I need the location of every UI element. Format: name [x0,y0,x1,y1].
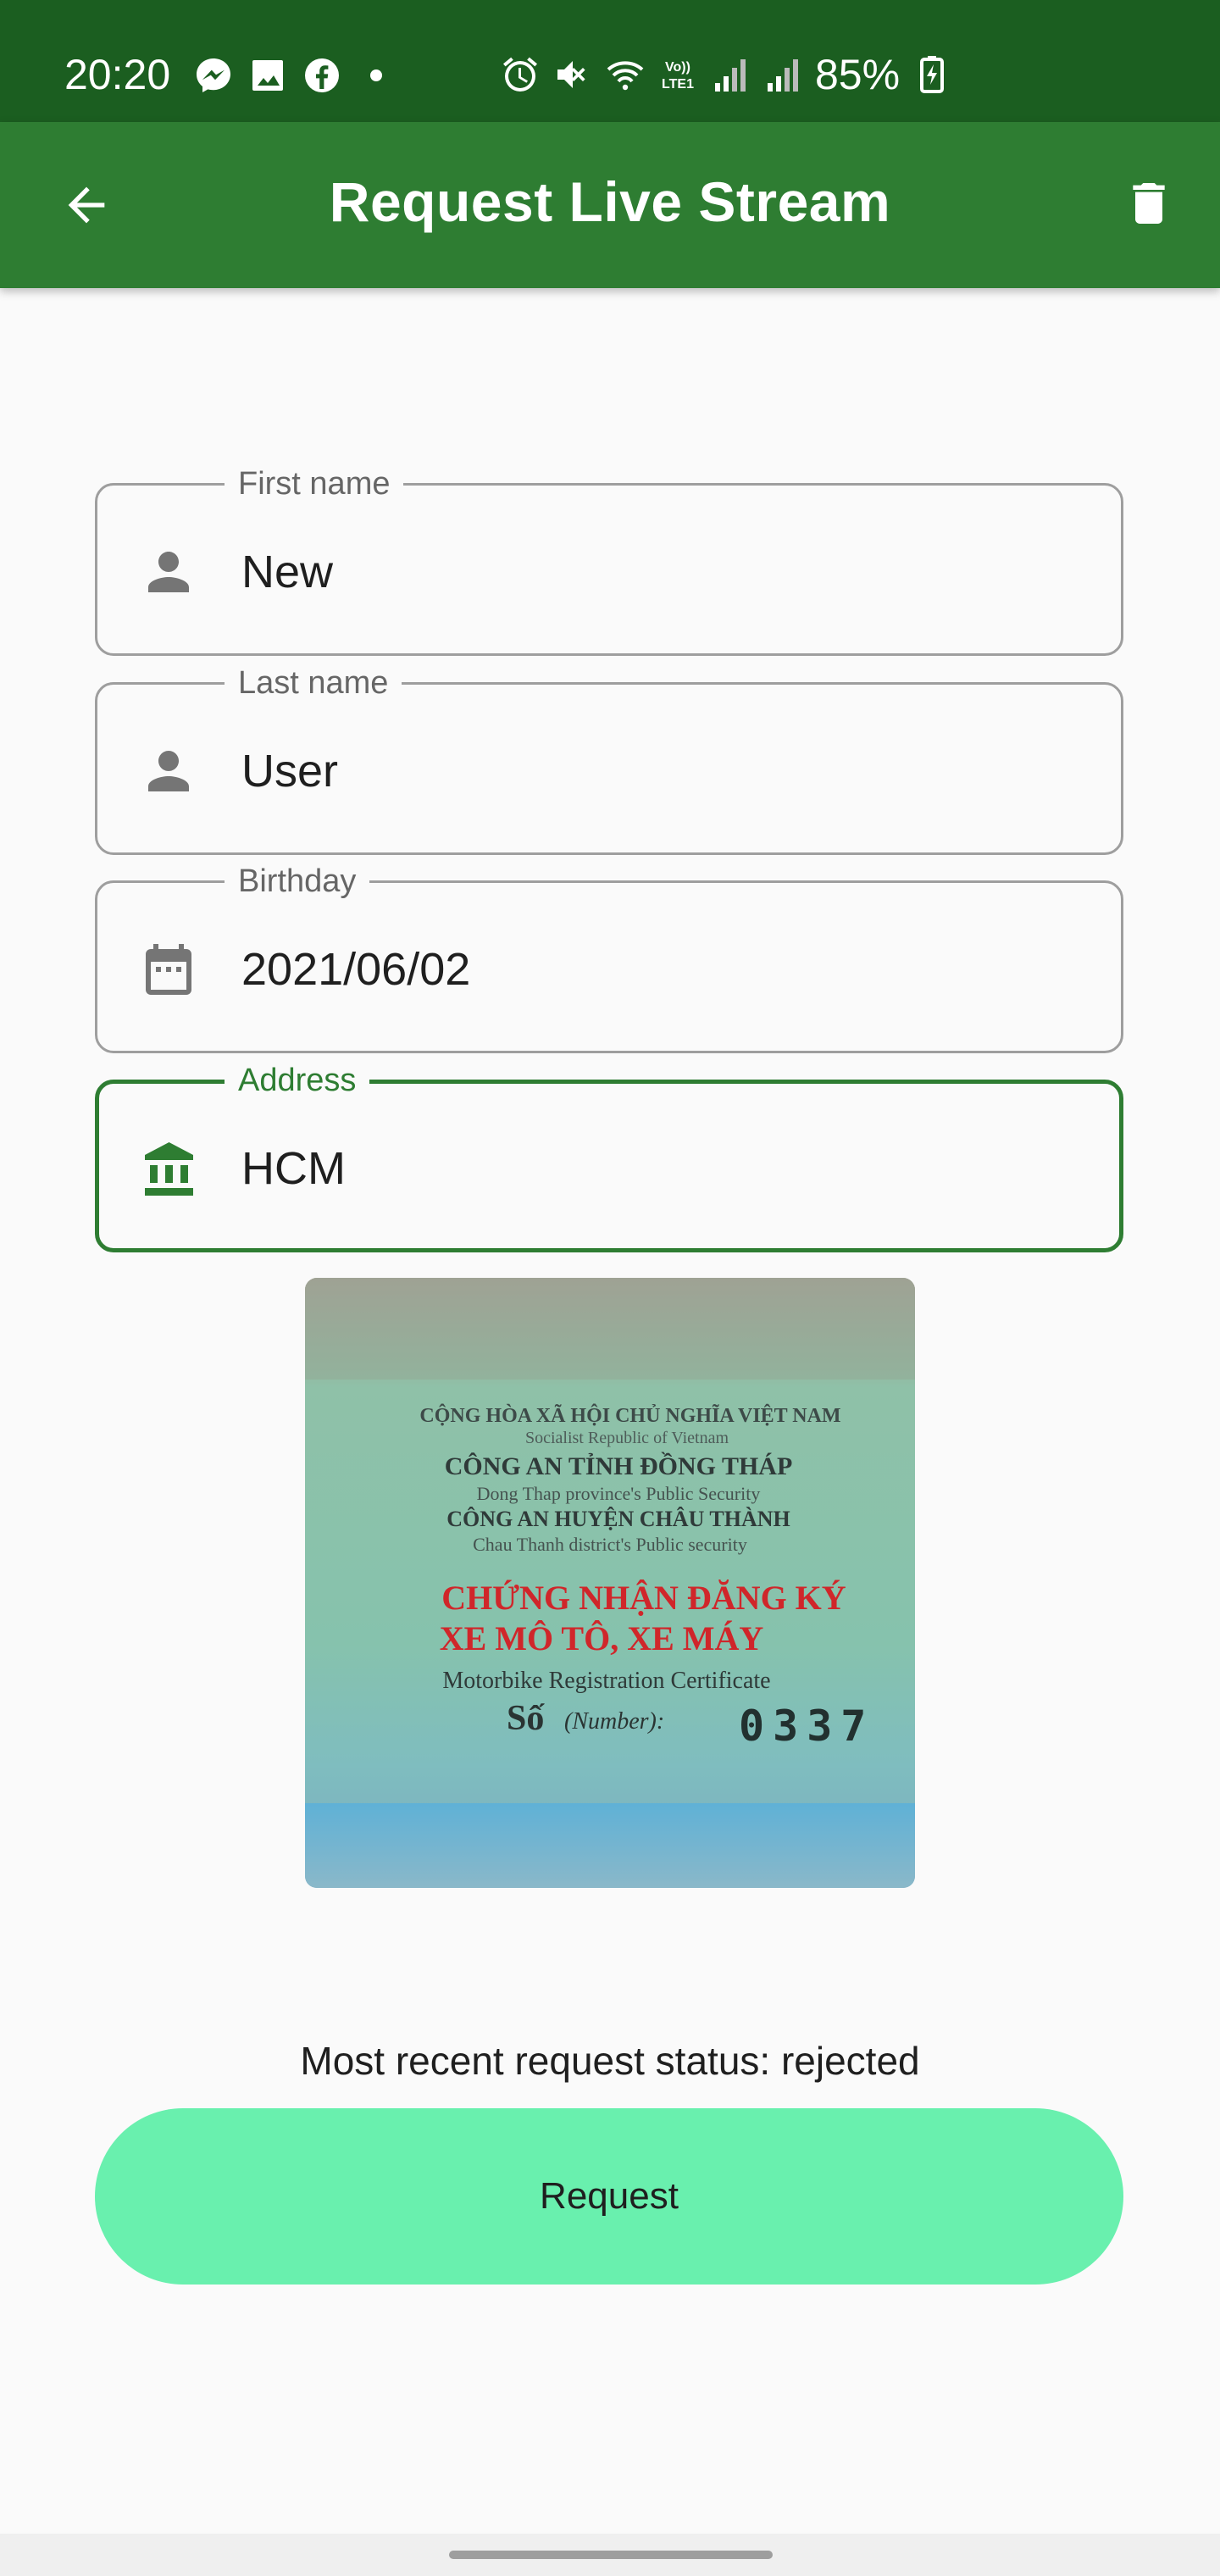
delete-button[interactable] [1106,161,1191,246]
doc-line: CÔNG AN HUYỆN CHÂU THÀNH [446,1507,790,1531]
person-icon [148,751,189,791]
alarm-icon [503,57,537,92]
svg-text:LTE1: LTE1 [662,77,694,92]
navigation-bar [0,2534,1220,2576]
doc-line: CHỨNG NHẬN ĐĂNG KÝ [441,1579,846,1617]
doc-line: Motorbike Registration Certificate [442,1668,771,1694]
doc-line: Socialist Republic of Vietnam [524,1429,729,1447]
wifi-icon [607,61,644,91]
status-bar: 20:20 Vo)) LTE1 85% [0,0,1220,122]
address-input[interactable]: HCM [241,1138,346,1199]
dot-icon [370,69,382,81]
volte-icon: Vo)) LTE1 [662,60,694,92]
request-button-label: Request [540,2175,679,2217]
person-icon [148,552,189,592]
first-name-field[interactable]: First name New [95,465,1123,656]
photo-background [305,1278,915,1380]
bank-icon [145,1142,193,1196]
doc-line: (Number): [564,1708,665,1735]
last-name-field[interactable]: Last name User [95,664,1123,855]
page-title: Request Live Stream [329,170,891,233]
app-bar: Request Live Stream [0,122,1220,288]
calendar-icon [146,944,191,995]
doc-line: Dong Thap province's Public Security [476,1483,761,1504]
photo-background [305,1803,915,1888]
doc-line: Số [507,1699,545,1738]
birthday-field[interactable]: Birthday 2021/06/02 [95,863,1123,1053]
request-status-text: Most recent request status: rejected [300,2039,920,2083]
birthday-input[interactable]: 2021/06/02 [241,939,470,1000]
messenger-icon [197,58,230,92]
battery-percent: 85% [815,51,901,98]
doc-line: CỘNG HÒA XÃ HỘI CHỦ NGHĨA VIỆT NAM [419,1405,841,1427]
last-name-label: Last name [225,664,402,702]
status-time: 20:20 [64,51,171,98]
last-name-input[interactable]: User [241,741,338,802]
document-photo: CỘNG HÒA XÃ HỘI CHỦ NGHĨA VIỆT NAM Socia… [305,1278,915,1888]
mute-icon [557,61,585,88]
signal-icon [768,59,798,92]
doc-line: XE MÔ TÔ, XE MÁY [439,1619,764,1657]
signal-icon [715,59,746,92]
address-label: Address [225,1062,370,1099]
trash-icon [1133,183,1165,224]
address-field[interactable]: Address HCM [95,1062,1123,1252]
first-name-label: First name [225,465,404,502]
facebook-icon [305,58,339,92]
doc-number: 0337 [739,1702,875,1751]
home-indicator[interactable] [449,2551,773,2559]
notification-icons [193,54,396,97]
svg-text:Vo)): Vo)) [665,60,690,75]
doc-line: Chau Thanh district's Public security [473,1534,747,1555]
birthday-label: Birthday [225,863,370,900]
first-name-input[interactable]: New [241,541,333,602]
request-button[interactable]: Request [95,2108,1123,2285]
doc-line: CÔNG AN TỈNH ĐỒNG THÁP [444,1452,793,1480]
system-icons: Vo)) LTE1 85% [500,49,952,100]
battery-charging-icon [920,56,945,93]
gallery-icon [252,60,283,91]
